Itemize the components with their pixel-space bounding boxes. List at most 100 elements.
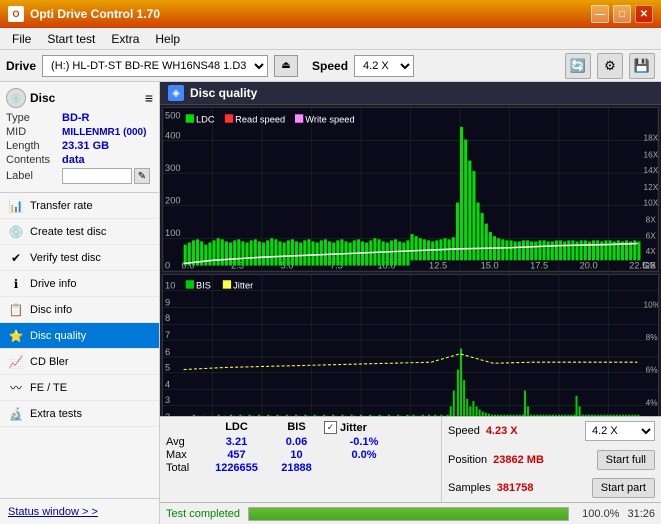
svg-text:Write speed: Write speed — [305, 115, 354, 125]
menu-extra[interactable]: Extra — [103, 30, 147, 48]
stats-max-label: Max — [166, 449, 204, 461]
progress-percentage: 100.0% — [577, 508, 619, 520]
stats-ldc-header: LDC — [204, 421, 269, 434]
svg-text:8%: 8% — [646, 332, 658, 342]
start-full-button[interactable]: Start full — [597, 450, 655, 470]
drive-select[interactable]: (H:) HL-DT-ST BD-RE WH16NS48 1.D3 — [42, 55, 268, 77]
disc-info-header: 💿 Disc ≡ — [6, 88, 153, 108]
speed-select[interactable]: 4.2 X — [354, 55, 414, 77]
svg-text:400: 400 — [165, 130, 180, 140]
sidebar-item-create-test-disc[interactable]: 💿 Create test disc — [0, 219, 159, 245]
svg-text:2: 2 — [165, 412, 170, 416]
disc-options-button[interactable]: ≡ — [145, 90, 153, 106]
disc-mid-value: MILLENMR1 (000) — [62, 127, 146, 138]
action-buttons: Start full — [597, 450, 655, 470]
extra-tests-icon: 🔬 — [8, 406, 24, 422]
stats-samples-row: Samples 381758 Start part — [448, 478, 655, 498]
sidebar-item-transfer-rate[interactable]: 📊 Transfer rate — [0, 193, 159, 219]
sidebar-item-disc-quality[interactable]: ⭐ Disc quality — [0, 323, 159, 349]
stats-bis-header: BIS — [269, 421, 324, 434]
sidebar-item-cd-bler[interactable]: 📈 CD Bler — [0, 349, 159, 375]
bis-chart-svg: 1 2 3 4 5 6 7 8 9 10 2% 4% 6% 8% 10% — [163, 275, 658, 416]
disc-mid-label: MID — [6, 126, 62, 138]
svg-text:18X: 18X — [644, 132, 658, 142]
save-button[interactable]: 💾 — [629, 53, 655, 79]
toolbar: Drive (H:) HL-DT-ST BD-RE WH16NS48 1.D3 … — [0, 50, 661, 82]
drive-label: Drive — [6, 59, 36, 73]
sidebar-item-verify-test-disc[interactable]: ✔ Verify test disc — [0, 245, 159, 271]
sidebar-item-label-verify-test-disc: Verify test disc — [30, 252, 101, 264]
stats-position-label: Position — [448, 454, 487, 466]
svg-text:100: 100 — [165, 228, 180, 238]
stats-empty — [166, 421, 204, 434]
sidebar-item-label-disc-info: Disc info — [30, 304, 72, 316]
title-bar-left: O Opti Drive Control 1.70 — [8, 6, 160, 22]
maximize-button[interactable]: □ — [613, 5, 631, 23]
progress-bar-fill — [249, 508, 568, 520]
refresh-button[interactable]: 🔄 — [565, 53, 591, 79]
speed-dropdown[interactable]: 4.2 X — [585, 421, 655, 441]
menu-start-test[interactable]: Start test — [39, 30, 103, 48]
disc-length-row: Length 23.31 GB — [6, 140, 153, 152]
menu-file[interactable]: File — [4, 30, 39, 48]
sidebar-item-label-drive-info: Drive info — [30, 278, 76, 290]
sidebar-item-extra-tests[interactable]: 🔬 Extra tests — [0, 401, 159, 427]
stats-avg-row: Avg 3.21 0.06 -0.1% — [166, 436, 435, 448]
svg-text:17.5: 17.5 — [530, 261, 548, 271]
disc-contents-row: Contents data — [6, 154, 153, 166]
svg-text:7: 7 — [165, 330, 170, 340]
menu-help[interactable]: Help — [147, 30, 188, 48]
stats-speed-row: Speed 4.23 X 4.2 X — [448, 421, 655, 441]
disc-length-value: 23.31 GB — [62, 140, 109, 152]
stats-jitter-header-cell: ✓ Jitter — [324, 421, 404, 434]
disc-type-value: BD-R — [62, 112, 90, 124]
title-bar: O Opti Drive Control 1.70 — □ ✕ — [0, 0, 661, 28]
svg-text:0: 0 — [165, 261, 170, 271]
disc-label-input[interactable] — [62, 168, 132, 184]
svg-text:12.5: 12.5 — [429, 261, 447, 271]
svg-text:10%: 10% — [644, 299, 658, 309]
sidebar-item-disc-info[interactable]: 📋 Disc info — [0, 297, 159, 323]
stats-max-bis: 10 — [269, 449, 324, 461]
main-layout: 💿 Disc ≡ Type BD-R MID MILLENMR1 (000) L… — [0, 82, 661, 524]
nav-items: 📊 Transfer rate 💿 Create test disc ✔ Ver… — [0, 193, 159, 498]
stats-max-ldc: 457 — [204, 449, 269, 461]
stats-total-bis: 21888 — [269, 462, 324, 474]
svg-text:15.0: 15.0 — [481, 261, 499, 271]
svg-text:6X: 6X — [646, 230, 657, 240]
window-controls[interactable]: — □ ✕ — [591, 5, 653, 23]
stats-total-label: Total — [166, 462, 204, 474]
jitter-checkbox[interactable]: ✓ — [324, 421, 337, 434]
stats-position-row: Position 23862 MB Start full — [448, 450, 655, 470]
start-part-button[interactable]: Start part — [592, 478, 655, 498]
app-title: Opti Drive Control 1.70 — [30, 7, 160, 21]
app-icon: O — [8, 6, 24, 22]
ldc-chart: 0 100 200 300 400 500 0.0 2.5 5.0 7.5 10… — [162, 107, 659, 272]
speed-label: Speed — [312, 59, 348, 73]
sidebar-item-fe-te[interactable]: 〰 FE / TE — [0, 375, 159, 401]
stats-speed-value: 4.23 X — [486, 425, 518, 437]
minimize-button[interactable]: — — [591, 5, 609, 23]
sidebar: 💿 Disc ≡ Type BD-R MID MILLENMR1 (000) L… — [0, 82, 160, 524]
svg-text:200: 200 — [165, 196, 180, 206]
sidebar-item-drive-info[interactable]: ℹ Drive info — [0, 271, 159, 297]
stats-total-ldc: 1226655 — [204, 462, 269, 474]
status-window-toggle[interactable]: Status window > > — [0, 498, 159, 524]
svg-text:8X: 8X — [646, 214, 657, 224]
close-button[interactable]: ✕ — [635, 5, 653, 23]
disc-section-label: Disc — [30, 91, 55, 105]
sidebar-item-label-cd-bler: CD Bler — [30, 356, 69, 368]
fe-te-icon: 〰 — [8, 380, 24, 396]
svg-text:300: 300 — [165, 163, 180, 173]
stats-avg-jitter: -0.1% — [324, 436, 404, 448]
bis-chart: 1 2 3 4 5 6 7 8 9 10 2% 4% 6% 8% 10% — [162, 274, 659, 416]
settings-button[interactable]: ⚙ — [597, 53, 623, 79]
stats-left: LDC BIS ✓ Jitter Avg 3.21 0.06 -0.1% M — [160, 417, 441, 502]
verify-test-disc-icon: ✔ — [8, 250, 24, 266]
disc-quality-header-icon: ◈ — [168, 85, 184, 101]
disc-contents-value: data — [62, 154, 85, 166]
svg-text:Read speed: Read speed — [235, 115, 285, 125]
eject-button[interactable]: ⏏ — [274, 55, 298, 77]
svg-text:4: 4 — [165, 379, 170, 389]
disc-label-button[interactable]: ✎ — [134, 168, 150, 184]
